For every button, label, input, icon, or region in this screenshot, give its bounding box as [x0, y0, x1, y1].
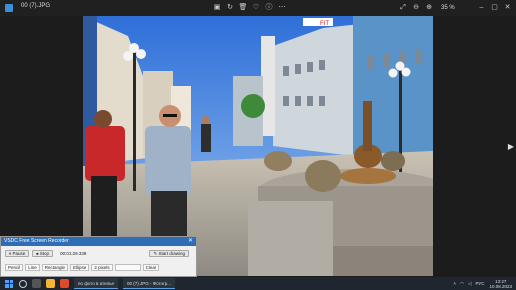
- start-drawing-button[interactable]: ✎ Start drawing: [149, 250, 189, 257]
- fullscreen-icon[interactable]: ⤢: [398, 3, 408, 13]
- drawing-tools: Pencil Line Rectangle Ellipse 2 pixels C…: [5, 264, 161, 271]
- frog-statue: [305, 160, 341, 192]
- lamp-post-left: [133, 51, 136, 191]
- system-tray: ˄ ◠ ◁ РУС 13:27 10.08.2023: [449, 277, 512, 290]
- photo-toolbar: ▣ ↻ 🗑 ♡ ⓘ ⋯: [212, 3, 290, 13]
- delete-icon[interactable]: 🗑: [238, 3, 248, 13]
- fountain-block: [248, 201, 333, 276]
- network-icon[interactable]: ◠: [460, 281, 464, 287]
- rotate-icon[interactable]: ↻: [225, 3, 235, 13]
- zoom-in-icon[interactable]: ⊕: [424, 3, 434, 13]
- browser-icon[interactable]: [60, 279, 69, 288]
- volume-icon[interactable]: ◁: [468, 281, 471, 287]
- taskbar: по фото в ателье 00 (7).JPG - Фотогр... …: [0, 277, 516, 290]
- language-indicator[interactable]: РУС: [475, 281, 484, 286]
- pencil-tool[interactable]: Pencil: [5, 264, 24, 271]
- rectangle-tool[interactable]: Rectangle: [41, 264, 69, 271]
- person-red-shirt: [85, 126, 125, 181]
- line-tool[interactable]: Line: [25, 264, 40, 271]
- recorder-close-icon[interactable]: ✕: [188, 237, 193, 246]
- more-icon[interactable]: ⋯: [277, 3, 287, 13]
- clock[interactable]: 13:27 10.08.2023: [489, 279, 512, 289]
- pause-button[interactable]: ⏸ Pause: [5, 250, 30, 257]
- file-title: 00 (7).JPG: [21, 3, 51, 9]
- stop-button[interactable]: ⏹ Stop: [32, 250, 54, 257]
- zoom-out-icon[interactable]: ⊖: [411, 3, 421, 13]
- tray-chevron-icon[interactable]: ˄: [453, 281, 456, 286]
- window-controls: – ▢ ✕: [475, 2, 514, 14]
- taskbar-item-folder[interactable]: по фото в ателье: [74, 278, 118, 289]
- store-sign-text: FIT: [320, 21, 329, 27]
- frog-statue-2: [264, 151, 292, 171]
- person-shirt: [145, 126, 191, 196]
- favorite-icon[interactable]: ♡: [251, 3, 261, 13]
- clock-date: 10.08.2023: [489, 283, 512, 289]
- minimize-button[interactable]: –: [475, 2, 488, 14]
- recording-time: 00:01:29.339: [60, 251, 87, 256]
- view-toolbar: ⤢ ⊖ ⊕ 35 %: [398, 3, 459, 13]
- tree: [241, 94, 265, 118]
- recorder-title-bar: VSDC Free Screen Recorder ✕: [1, 237, 196, 246]
- search-icon[interactable]: [19, 279, 27, 288]
- recorder-controls: ⏸ Pause ⏹ Stop 00:01:29.339: [5, 250, 90, 257]
- color-select[interactable]: [114, 264, 141, 271]
- tower: [261, 36, 275, 136]
- recorder-title: VSDC Free Screen Recorder: [4, 238, 69, 244]
- next-image-button[interactable]: ▶: [508, 142, 514, 151]
- windows-start-icon[interactable]: [5, 279, 13, 288]
- file-explorer-icon[interactable]: [46, 279, 55, 288]
- zoom-level[interactable]: 35 %: [441, 5, 455, 11]
- title-bar: 00 (7).JPG ▣ ↻ 🗑 ♡ ⓘ ⋯ ⤢ ⊖ ⊕ 35 % – ▢ ✕: [0, 0, 516, 16]
- frog-statue-3: [381, 151, 405, 171]
- clear-button[interactable]: Clear: [142, 264, 160, 271]
- brush-size-select[interactable]: 2 pixels: [91, 264, 113, 271]
- maximize-button[interactable]: ▢: [488, 2, 501, 14]
- info-icon[interactable]: ⓘ: [264, 3, 274, 13]
- image-edit-icon[interactable]: ▣: [212, 3, 222, 13]
- photos-app-icon: [5, 4, 13, 12]
- task-view-icon[interactable]: [32, 279, 41, 288]
- ellipse-tool[interactable]: Ellipse: [70, 264, 90, 271]
- taskbar-item-photos[interactable]: 00 (7).JPG - Фотогр...: [122, 278, 175, 289]
- close-button[interactable]: ✕: [501, 2, 514, 14]
- screen-recorder-window: VSDC Free Screen Recorder ✕ ⏸ Pause ⏹ St…: [0, 236, 197, 277]
